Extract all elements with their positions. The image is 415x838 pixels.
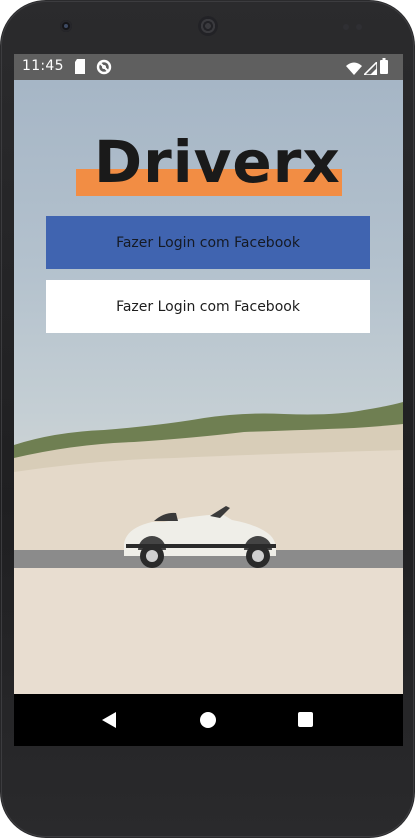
wifi-icon <box>346 60 362 79</box>
earpiece-speaker-icon <box>198 16 218 36</box>
phone-frame: 11:45 Driverx Fazer Login com Facebook F… <box>0 0 415 838</box>
driverx-logo: Driverx <box>76 130 342 200</box>
sd-card-icon <box>74 59 86 78</box>
second-login-button-label: Fazer Login com Facebook <box>116 298 300 315</box>
battery-icon <box>380 58 388 78</box>
signal-icon <box>362 60 378 79</box>
proximity-sensor <box>343 24 349 30</box>
sync-icon <box>96 59 112 79</box>
navigation-bar <box>14 694 403 746</box>
login-screen: Driverx Fazer Login com Facebook Fazer L… <box>14 80 403 694</box>
second-login-button[interactable]: Fazer Login com Facebook <box>46 280 370 333</box>
light-sensor <box>356 24 362 30</box>
home-icon[interactable] <box>200 712 216 728</box>
front-camera-icon <box>60 20 72 32</box>
recents-icon[interactable] <box>298 712 313 727</box>
phone-screen: 11:45 Driverx Fazer Login com Facebook F… <box>14 54 403 746</box>
logo-text: Driverx <box>94 128 341 196</box>
status-time: 11:45 <box>22 58 64 74</box>
back-icon[interactable] <box>102 712 116 728</box>
facebook-login-button[interactable]: Fazer Login com Facebook <box>46 216 370 269</box>
status-bar: 11:45 <box>14 54 403 80</box>
facebook-login-button-label: Fazer Login com Facebook <box>116 234 300 251</box>
